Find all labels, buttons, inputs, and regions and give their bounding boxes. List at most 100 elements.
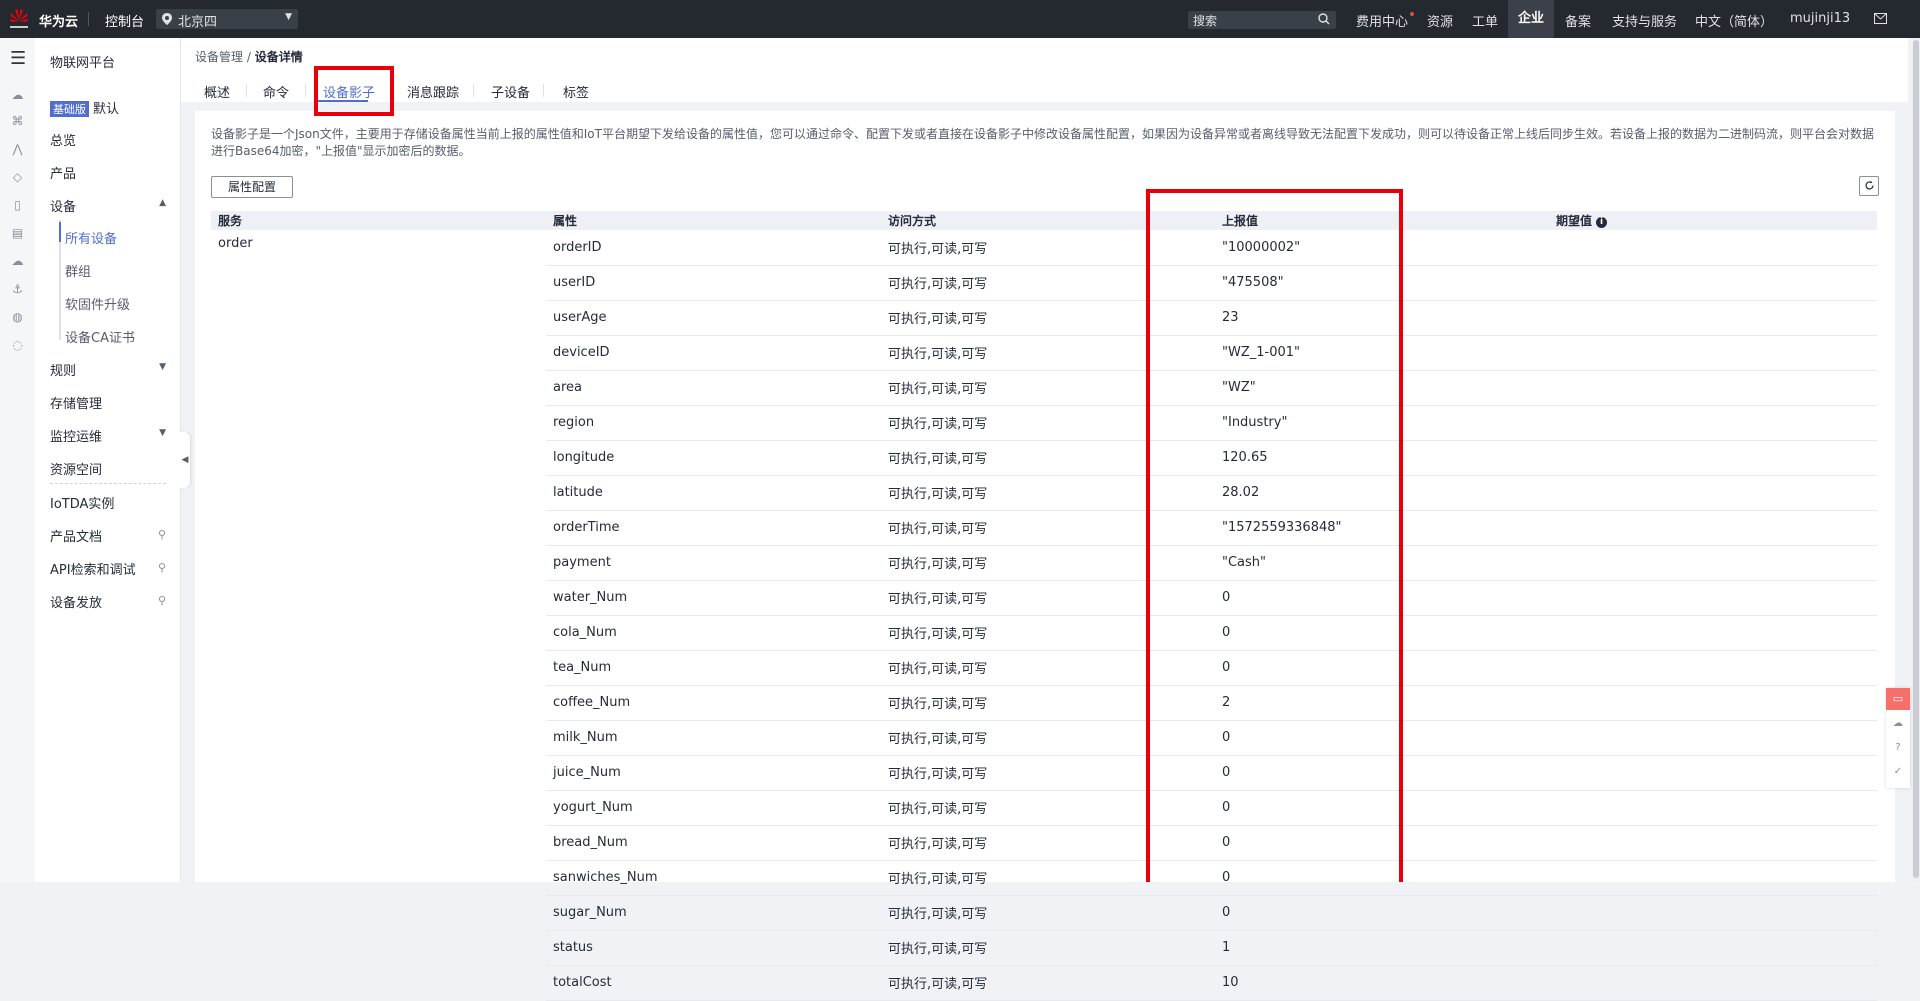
region-selector[interactable]: 北京四 ▼ (156, 9, 298, 30)
property-cell: orderID (546, 230, 881, 266)
help-icon[interactable]: ? (1892, 742, 1904, 754)
chart-icon[interactable]: ⋀ (10, 142, 25, 157)
cloud-icon[interactable]: ☁ (10, 88, 25, 103)
cluster-icon[interactable]: ⌘ (10, 114, 25, 129)
chat-icon[interactable]: ◌ (10, 338, 25, 353)
mail-icon[interactable] (1874, 13, 1887, 24)
property-cell: cola_Num (546, 615, 881, 651)
access-cell: 可执行,可读,可写 (881, 475, 1215, 511)
page-scrollbar[interactable] (1912, 38, 1920, 882)
checklist-icon[interactable]: ✓ (1892, 766, 1904, 778)
anchor-icon[interactable]: ⚓ (10, 282, 25, 297)
nav-support[interactable]: 支持与服务 (1612, 11, 1677, 30)
attribute-config-button[interactable]: 属性配置 (211, 176, 293, 198)
sidebar-item-resource-space[interactable]: 资源空间 (50, 459, 102, 478)
reported-value-cell: "WZ_1-001" (1215, 335, 1549, 371)
table-row: tea_Num 可执行,可读,可写 0 (211, 650, 1877, 686)
sidebar-item-storage[interactable]: 存储管理 (50, 393, 102, 412)
nav-resources[interactable]: 资源 (1427, 11, 1453, 30)
access-cell: 可执行,可读,可写 (881, 790, 1215, 826)
nav-filing[interactable]: 备案 (1565, 11, 1591, 30)
nav-language[interactable]: 中文（简体） (1695, 11, 1773, 30)
notification-dot (1410, 12, 1414, 16)
property-cell: sugar_Num (546, 895, 881, 931)
sidebar-edition[interactable]: 基础版 默认 (50, 98, 119, 117)
nav-tickets[interactable]: 工单 (1472, 11, 1498, 30)
sidebar-divider (50, 483, 166, 484)
tab-tags[interactable]: 标签 (563, 82, 589, 101)
breadcrumb-device-management[interactable]: 设备管理 (195, 50, 243, 64)
cloud-assistant-icon[interactable]: ☁ (1892, 718, 1904, 730)
access-cell: 可执行,可读,可写 (881, 510, 1215, 546)
edition-badge: 基础版 (50, 101, 89, 117)
reported-value-cell: 0 (1215, 650, 1549, 686)
location-pin-icon (162, 13, 172, 25)
service-cell (211, 580, 546, 615)
table-row: status 可执行,可读,可写 1 (211, 930, 1877, 966)
desired-value-cell (1549, 580, 1877, 616)
chevron-up-icon[interactable]: ▲ (159, 198, 166, 208)
sidebar-item-products[interactable]: 产品 (50, 163, 76, 182)
document-icon[interactable]: ▤ (10, 226, 25, 241)
access-cell: 可执行,可读,可写 (881, 545, 1215, 581)
sidebar: 物联网平台 基础版 默认 总览 产品 设备 ▲ 所有设备 群组 软固件升级 设备C… (35, 38, 181, 882)
global-search[interactable]: 搜索 (1188, 11, 1336, 29)
property-cell: yogurt_Num (546, 790, 881, 826)
sidebar-item-iotda-instance[interactable]: IoTDA实例 (50, 493, 114, 512)
nav-username[interactable]: mujinji13 (1790, 11, 1850, 26)
tab-commands[interactable]: 命令 (263, 82, 289, 101)
desired-value-cell (1549, 335, 1877, 371)
table-row: yogurt_Num 可执行,可读,可写 0 (211, 790, 1877, 826)
property-cell: milk_Num (546, 720, 881, 756)
brand-name[interactable]: 华为云 (39, 11, 78, 30)
menu-icon[interactable]: ☰ (10, 50, 26, 68)
chevron-down-icon[interactable]: ▼ (159, 362, 166, 372)
scrollbar-thumb[interactable] (1913, 40, 1919, 878)
device-shadow-panel: 设备影子是一个Json文件，主要用于存储设备属性当前上报的属性值和IoT平台期望… (195, 111, 1895, 1001)
huawei-logo-icon[interactable] (8, 7, 30, 31)
property-cell: totalCost (546, 965, 881, 1001)
desired-value-cell (1549, 370, 1877, 406)
sidebar-collapse-handle[interactable]: ◀ (180, 432, 190, 488)
service-cell (211, 265, 546, 300)
feedback-icon[interactable]: ▭ (1886, 688, 1910, 710)
tab-device-shadow[interactable]: 设备影子 (323, 82, 375, 101)
access-cell: 可执行,可读,可写 (881, 650, 1215, 686)
access-cell: 可执行,可读,可写 (881, 860, 1215, 896)
table-row: totalCost 可执行,可读,可写 10 (211, 965, 1877, 1001)
desired-value-cell (1549, 615, 1877, 651)
sidebar-item-api-explorer[interactable]: API检索和调试 (50, 559, 136, 578)
tab-child-devices[interactable]: 子设备 (491, 82, 530, 101)
column-header-property: 属性 (546, 211, 881, 230)
sidebar-item-overview[interactable]: 总览 (50, 130, 76, 149)
sidebar-item-firmware[interactable]: 软固件升级 (65, 294, 130, 313)
info-icon[interactable]: i (1596, 217, 1608, 228)
table-row: milk_Num 可执行,可读,可写 0 (211, 720, 1877, 756)
tab-message-trace[interactable]: 消息跟踪 (407, 82, 459, 101)
chevron-down-icon[interactable]: ▼ (159, 428, 166, 438)
search-icon[interactable] (1318, 13, 1330, 25)
globe-icon[interactable]: ◍ (10, 310, 25, 325)
tab-separator (473, 84, 474, 97)
sidebar-item-monitoring[interactable]: 监控运维 (50, 426, 102, 445)
console-link[interactable]: 控制台 (105, 11, 144, 30)
reported-value-cell: 0 (1215, 895, 1549, 931)
sidebar-item-product-docs[interactable]: 产品文档 (50, 526, 102, 545)
nav-billing[interactable]: 费用中心 (1356, 11, 1408, 30)
sidebar-item-rules[interactable]: 规则 (50, 360, 76, 379)
table-row: userAge 可执行,可读,可写 23 (211, 300, 1877, 336)
sidebar-item-groups[interactable]: 群组 (65, 261, 91, 280)
sidebar-title: 物联网平台 (50, 56, 116, 71)
service-cell (211, 790, 546, 825)
sidebar-item-provisioning[interactable]: 设备发放 (50, 592, 102, 611)
sidebar-item-devices[interactable]: 设备 (50, 196, 76, 215)
sidebar-item-ca-cert[interactable]: 设备CA证书 (65, 327, 135, 346)
database-icon[interactable]: ▯ (10, 198, 25, 213)
reported-value-cell: 23 (1215, 300, 1549, 336)
stack-icon[interactable]: ◇ (10, 170, 25, 185)
tab-overview[interactable]: 概述 (204, 82, 230, 101)
sidebar-item-all-devices[interactable]: 所有设备 (65, 228, 117, 247)
nav-enterprise[interactable]: 企业 (1508, 0, 1555, 38)
refresh-button[interactable] (1859, 176, 1879, 196)
cloud-outline-icon[interactable]: ☁ (10, 254, 25, 269)
